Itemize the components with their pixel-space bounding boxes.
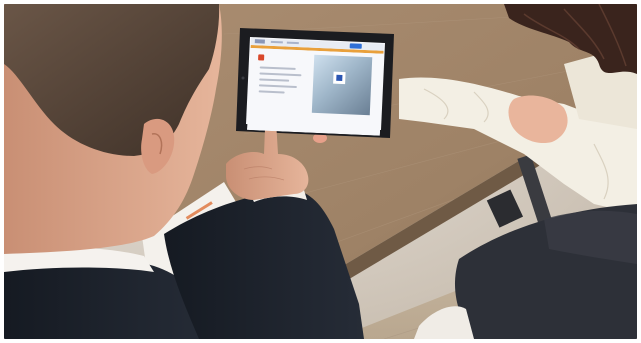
photo xyxy=(4,4,637,339)
tablet-nav-item xyxy=(286,41,299,45)
tablet-camera xyxy=(241,76,245,80)
tablet-brand-logo xyxy=(254,39,265,44)
tablet-webpage-body xyxy=(246,47,384,136)
tablet-text-line xyxy=(259,72,302,77)
photo-frame xyxy=(0,0,641,343)
tablet-cta-button xyxy=(349,43,362,49)
tablet-nav-item xyxy=(270,40,283,44)
tablet-page-logo xyxy=(258,54,265,61)
tablet-text-line xyxy=(258,84,297,89)
tablet-hero-image xyxy=(311,54,373,116)
tablet-text-line xyxy=(259,66,296,70)
tablet-text-line xyxy=(258,90,285,94)
tablet-hero-card xyxy=(333,71,346,85)
tablet-text-line xyxy=(259,78,290,82)
tablet-screen-ui xyxy=(246,38,384,136)
